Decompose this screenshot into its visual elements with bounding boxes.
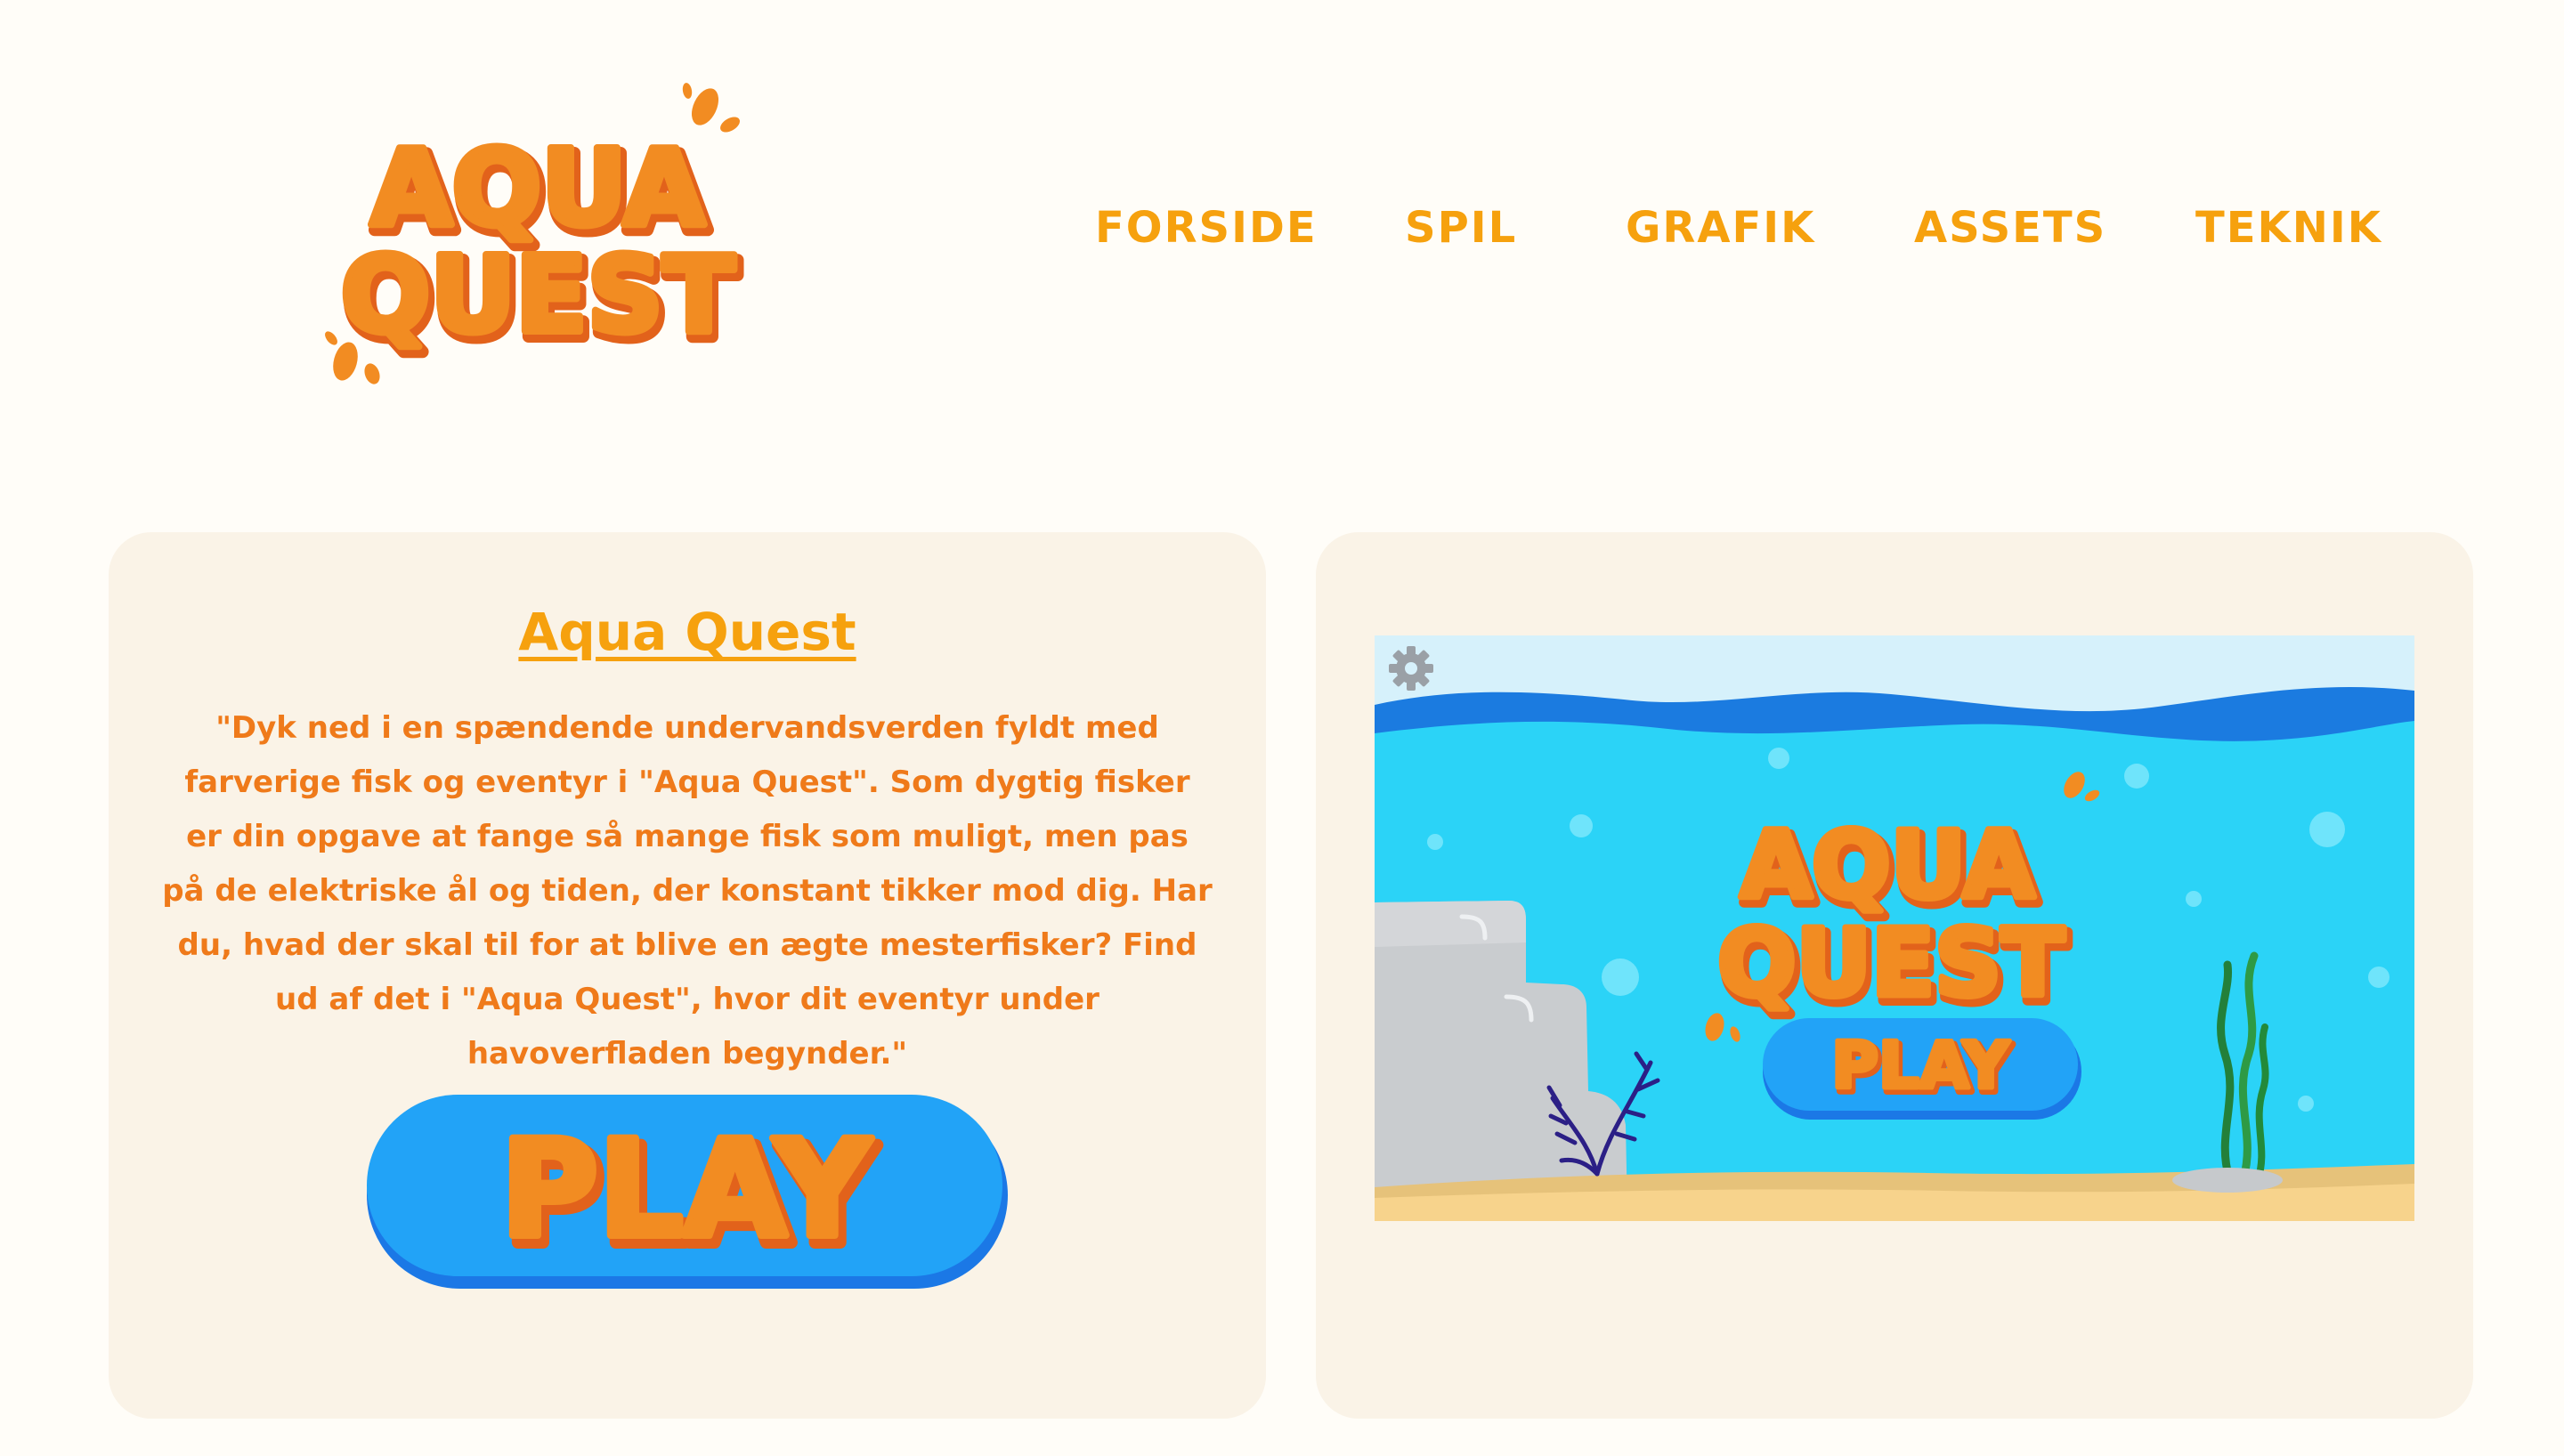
game-logo-line2: QUEST bbox=[1717, 909, 2065, 1017]
play-button[interactable]: PLAY PLAY bbox=[367, 1095, 1008, 1289]
intro-title[interactable]: Aqua Quest bbox=[109, 602, 1266, 662]
game-card: AQUA AQUA QUEST QUEST PLAY PLAY bbox=[1316, 532, 2473, 1419]
main-nav: FORSIDE SPIL GRAFIK ASSETS TEKNIK bbox=[0, 203, 2564, 274]
game-logo-line1: AQUA bbox=[1740, 811, 2035, 919]
play-button-graphic: PLAY PLAY bbox=[367, 1095, 1008, 1289]
game-play-button[interactable]: PLAY PLAY bbox=[1763, 1018, 2081, 1120]
intro-description: "Dyk ned i en spændende undervandsverden… bbox=[162, 710, 1213, 1072]
stone bbox=[2172, 1168, 2283, 1193]
intro-card: Aqua Quest "Dyk ned i en spændende under… bbox=[109, 532, 1266, 1419]
game-scene: AQUA AQUA QUEST QUEST PLAY PLAY bbox=[1375, 635, 2414, 1221]
nav-item-spil[interactable]: SPIL bbox=[1405, 203, 1517, 253]
game-play-label: PLAY bbox=[1831, 1028, 2009, 1103]
nav-item-forside[interactable]: FORSIDE bbox=[1095, 203, 1318, 253]
gear-icon[interactable] bbox=[1387, 644, 1435, 692]
play-label: PLAY bbox=[500, 1112, 872, 1267]
nav-item-assets[interactable]: ASSETS bbox=[1914, 203, 2106, 253]
nav-item-teknik[interactable]: TEKNIK bbox=[2195, 203, 2382, 253]
game-preview[interactable]: AQUA AQUA QUEST QUEST PLAY PLAY bbox=[1375, 635, 2414, 1221]
nav-item-grafik[interactable]: GRAFIK bbox=[1626, 203, 1815, 253]
